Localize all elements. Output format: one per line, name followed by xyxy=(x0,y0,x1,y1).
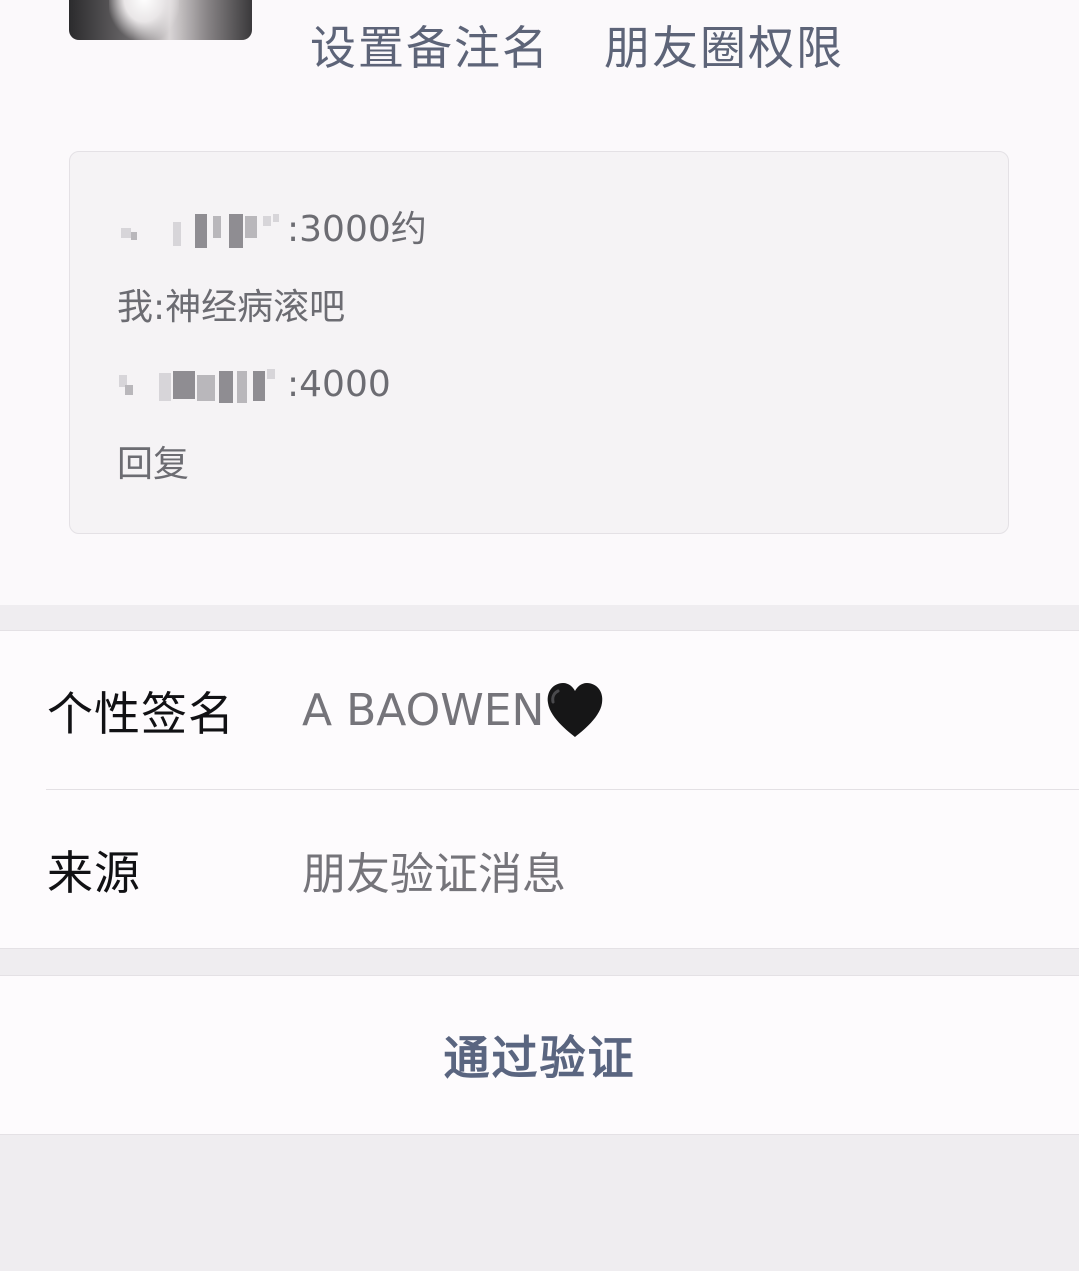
message-line: 我 : 神经病滚吧 xyxy=(117,286,345,330)
signature-value: A BAOWEN xyxy=(302,682,604,739)
message-text: 4000 xyxy=(299,364,391,405)
reply-label: 回复 xyxy=(117,444,190,485)
signature-row: 个性签名 A BAOWEN xyxy=(0,631,1079,790)
header-actions: 设置备注名 朋友圈权限 xyxy=(310,20,844,76)
message-text: 神经病滚吧 xyxy=(165,287,346,328)
profile-info-list: 个性签名 A BAOWEN 来源 朋友验证消息 xyxy=(0,630,1079,949)
set-remark-name-link[interactable]: 设置备注名 xyxy=(310,20,550,76)
signature-text: A BAOWEN xyxy=(302,685,545,736)
accept-verification-button[interactable]: 通过验证 xyxy=(0,976,1079,1134)
message-separator: : xyxy=(287,209,300,250)
avatar[interactable] xyxy=(69,0,252,40)
source-value: 朋友验证消息 xyxy=(302,848,566,900)
blurred-sender-name xyxy=(117,210,283,250)
black-heart-icon xyxy=(546,682,604,739)
message-separator: : xyxy=(287,364,300,405)
message-text: 3000约 xyxy=(299,209,427,250)
section-divider xyxy=(0,949,1079,975)
message-line: : 4000 xyxy=(117,363,391,407)
blurred-sender-name xyxy=(117,365,283,405)
signature-label: 个性签名 xyxy=(47,686,235,741)
profile-header: 设置备注名 朋友圈权限 : 3000约 我 : 神经病滚吧: 4000 回复 xyxy=(0,0,1079,605)
verify-action-section: 通过验证 xyxy=(0,975,1079,1135)
verification-message-box: : 3000约 我 : 神经病滚吧 : 4000 回复 xyxy=(69,151,1009,534)
reply-button[interactable]: 回复 xyxy=(117,443,189,487)
avatar-image xyxy=(109,0,179,40)
page-bottom-background xyxy=(0,1135,1079,1271)
message-separator: : xyxy=(153,287,166,328)
message-line: : 3000约 xyxy=(117,208,427,252)
message-sender: 我 xyxy=(117,287,154,328)
section-divider xyxy=(0,605,1079,630)
source-row: 来源 朋友验证消息 xyxy=(0,790,1079,949)
moments-permission-link[interactable]: 朋友圈权限 xyxy=(604,20,844,76)
source-label: 来源 xyxy=(47,845,141,900)
